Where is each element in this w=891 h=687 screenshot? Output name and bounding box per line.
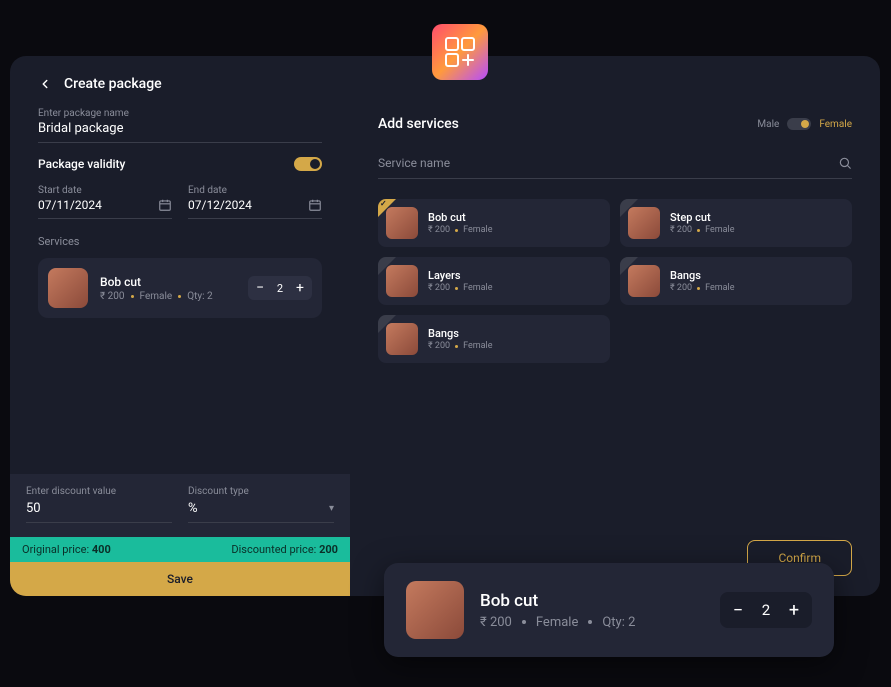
validity-toggle[interactable] [294, 157, 322, 171]
end-date-value: 07/12/2024 [188, 198, 252, 212]
meta-dot [455, 345, 458, 348]
discounted-price-value: 200 [319, 543, 338, 556]
meta-dot [455, 229, 458, 232]
start-date-input[interactable]: 07/11/2024 [38, 198, 172, 219]
search-icon [838, 156, 852, 170]
add-services-title: Add services [378, 116, 459, 132]
float-qty-plus-button[interactable]: + [782, 598, 806, 622]
service-card[interactable]: Step cut ₹ 200 Female [620, 199, 852, 247]
service-card-gender: Female [705, 225, 734, 235]
chosen-service-qty-label: Qty: 2 [187, 291, 212, 302]
package-name-input[interactable]: Bridal package [38, 121, 322, 143]
float-qty-label: Qty: 2 [602, 615, 635, 630]
service-card-gender: Female [705, 283, 734, 293]
service-card-price: ₹ 200 [428, 225, 450, 235]
original-price-label: Original price: [22, 543, 89, 556]
meta-dot [697, 229, 700, 232]
service-thumbnail [48, 268, 88, 308]
qty-minus-button[interactable]: − [251, 279, 269, 297]
service-thumbnail [386, 323, 418, 355]
service-thumbnail [628, 207, 660, 239]
page-title: Create package [64, 76, 162, 92]
chevron-down-icon: ▾ [329, 503, 334, 514]
qty-plus-button[interactable]: + [291, 279, 309, 297]
services-label: Services [38, 235, 322, 248]
service-card-name: Bangs [428, 327, 492, 340]
service-thumbnail [386, 207, 418, 239]
discount-value-label: Enter discount value [26, 486, 172, 497]
qty-stepper: − 2 + [248, 276, 312, 300]
meta-dot [522, 620, 526, 624]
start-date-value: 07/11/2024 [38, 198, 102, 212]
gender-male-label: Male [757, 119, 779, 130]
float-service-gender: Female [536, 615, 578, 630]
original-price-value: 400 [92, 543, 111, 556]
float-service-name: Bob cut [480, 591, 704, 611]
service-card[interactable]: Bob cut ₹ 200 Female [378, 199, 610, 247]
service-card-name: Step cut [670, 211, 734, 224]
right-panel: Add services Male Female Service name Bo… [350, 56, 880, 596]
service-card-price: ₹ 200 [428, 341, 450, 351]
chosen-service-price: ₹ 200 [100, 291, 125, 302]
service-card-price: ₹ 200 [670, 225, 692, 235]
service-card-gender: Female [463, 225, 492, 235]
search-placeholder: Service name [378, 156, 450, 170]
save-button[interactable]: Save [10, 562, 350, 596]
service-card[interactable]: Bangs ₹ 200 Female [620, 257, 852, 305]
discount-type-value: % [188, 501, 198, 516]
end-date-input[interactable]: 07/12/2024 [188, 198, 322, 219]
chosen-service-name: Bob cut [100, 275, 236, 289]
service-card[interactable]: Layers ₹ 200 Female [378, 257, 610, 305]
float-qty-stepper: − 2 + [720, 592, 812, 628]
create-package-card: Create package Enter package name Bridal… [10, 56, 880, 596]
service-thumbnail [628, 265, 660, 297]
start-date-label: Start date [38, 185, 172, 196]
service-card-gender: Female [463, 341, 492, 351]
meta-dot [455, 287, 458, 290]
chosen-service-item: Bob cut ₹ 200 Female Qty: 2 − 2 + [38, 258, 322, 318]
service-grid: Bob cut ₹ 200 Female Step cut ₹ 200 Fema… [378, 199, 852, 363]
qty-value: 2 [271, 282, 289, 295]
service-thumbnail [386, 265, 418, 297]
service-card-name: Layers [428, 269, 492, 282]
float-qty-value: 2 [754, 601, 778, 619]
service-card-gender: Female [463, 283, 492, 293]
meta-dot [131, 295, 134, 298]
calendar-icon [158, 198, 172, 212]
gender-female-label: Female [819, 119, 852, 130]
gender-toggle: Male Female [757, 118, 852, 130]
package-name-label: Enter package name [38, 108, 322, 119]
service-card-price: ₹ 200 [428, 283, 450, 293]
discount-value-input[interactable]: 50 [26, 501, 172, 523]
end-date-label: End date [188, 185, 322, 196]
discount-type-select[interactable]: % ▾ [188, 501, 334, 523]
discount-type-label: Discount type [188, 486, 334, 497]
back-icon[interactable] [38, 77, 52, 91]
meta-dot [588, 620, 592, 624]
selected-service-popover: Bob cut ₹ 200 Female Qty: 2 − 2 + [384, 563, 834, 657]
float-service-price: ₹ 200 [480, 615, 512, 630]
meta-dot [697, 287, 700, 290]
chosen-service-gender: Female [140, 291, 173, 302]
app-logo [432, 24, 488, 80]
service-card[interactable]: Bangs ₹ 200 Female [378, 315, 610, 363]
left-panel: Create package Enter package name Bridal… [10, 56, 350, 596]
float-qty-minus-button[interactable]: − [726, 598, 750, 622]
meta-dot [178, 295, 181, 298]
validity-label: Package validity [38, 157, 125, 171]
service-thumbnail [406, 581, 464, 639]
gender-switch[interactable] [787, 118, 811, 130]
service-card-price: ₹ 200 [670, 283, 692, 293]
calendar-icon [308, 198, 322, 212]
price-summary-bar: Original price: 400 Discounted price: 20… [10, 537, 350, 562]
service-card-name: Bob cut [428, 211, 492, 224]
search-input[interactable]: Service name [378, 156, 852, 179]
service-card-name: Bangs [670, 269, 734, 282]
discounted-price-label: Discounted price: [231, 543, 316, 556]
